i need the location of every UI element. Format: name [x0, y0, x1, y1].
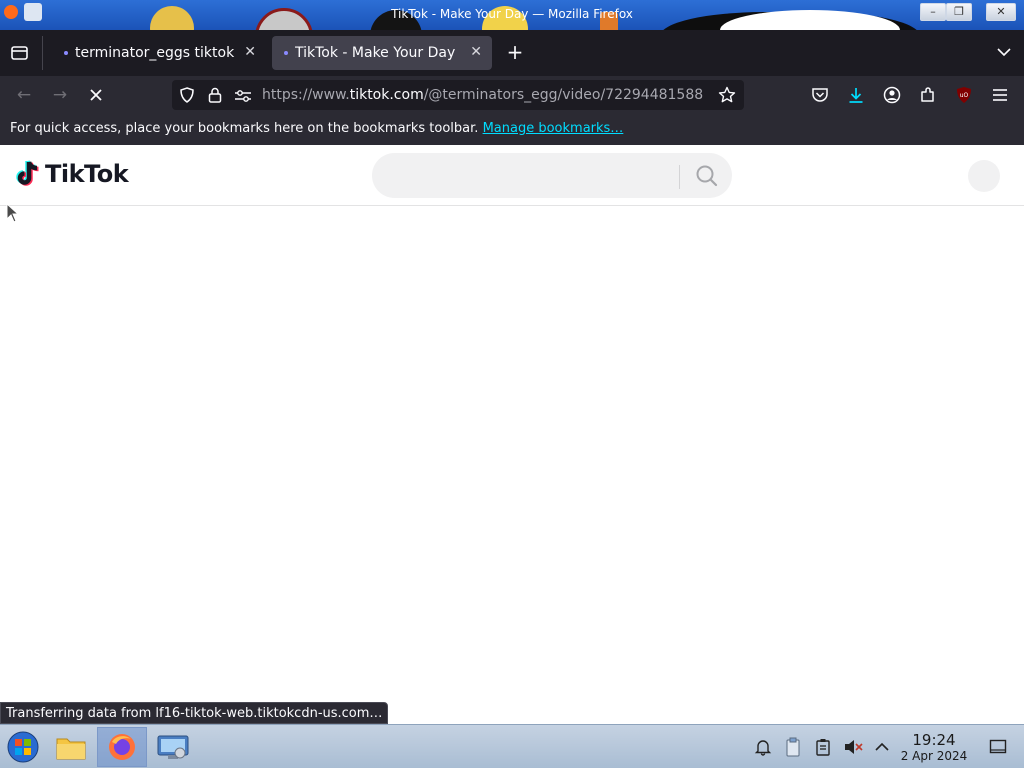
back-icon[interactable]: ← [13, 84, 35, 106]
system-settings-icon[interactable] [150, 727, 196, 767]
clock-time: 19:24 [912, 731, 956, 749]
tiktok-header: TikTok [0, 145, 1024, 206]
tab-label: TikTok - Make Your Day [295, 45, 456, 61]
taskbar: 19:24 2 Apr 2024 [0, 724, 1024, 768]
pocket-icon[interactable] [809, 84, 831, 106]
lock-icon[interactable] [207, 86, 223, 108]
url-prefix: https://www. [262, 87, 350, 103]
firefox-taskbar-button[interactable] [97, 727, 147, 767]
navigation-toolbar: ← → https://www.tiktok.com/@terminators_… [0, 76, 1024, 114]
minimize-button[interactable]: – [920, 3, 946, 21]
avatar[interactable] [968, 160, 1000, 192]
clock-date: 2 Apr 2024 [900, 749, 968, 763]
close-tab-icon[interactable]: ✕ [244, 44, 256, 60]
notifications-bell-icon[interactable] [753, 737, 773, 757]
downloads-icon[interactable] [845, 84, 867, 106]
url-host: tiktok.com [349, 87, 424, 103]
window-title: TikTok - Make Your Day — Mozilla Firefox [391, 7, 633, 21]
close-tab-icon[interactable]: ✕ [470, 44, 482, 60]
url-text[interactable]: https://www.tiktok.com/@terminators_egg/… [262, 87, 712, 103]
address-bar[interactable]: https://www.tiktok.com/@terminators_egg/… [172, 80, 744, 110]
menu-hamburger-icon[interactable] [989, 84, 1011, 106]
tiktok-note-icon [16, 160, 39, 186]
stop-loading-icon[interactable] [85, 84, 107, 106]
tab-tiktok-active[interactable]: TikTok - Make Your Day ✕ [272, 36, 492, 70]
show-desktop-icon[interactable] [988, 737, 1008, 757]
status-overlay: Transferring data from lf16-tiktok-web.t… [0, 702, 389, 724]
web-page: TikTok [0, 145, 1024, 725]
bookmarks-hint-text: For quick access, place your bookmarks h… [10, 121, 479, 136]
search-bar[interactable] [372, 153, 732, 198]
ublock-origin-icon[interactable]: uO [953, 84, 975, 106]
tab-separator [42, 36, 43, 70]
file-manager-icon[interactable] [48, 727, 94, 767]
tab-indicator-icon [64, 51, 68, 55]
close-window-button[interactable]: ✕ [986, 3, 1016, 21]
tab-strip: terminator_eggs tiktok - ✕ TikTok - Make… [0, 30, 1024, 76]
mouse-pointer-icon [6, 202, 20, 227]
permissions-icon[interactable] [234, 88, 252, 107]
list-all-tabs-icon[interactable] [996, 44, 1012, 60]
new-tab-button[interactable]: + [506, 42, 524, 62]
tab-indicator-icon [284, 51, 288, 55]
extensions-icon[interactable] [917, 84, 939, 106]
clock[interactable]: 19:24 2 Apr 2024 [898, 731, 970, 763]
tab-terminator-eggs[interactable]: terminator_eggs tiktok - ✕ [52, 36, 266, 70]
tab-label: terminator_eggs tiktok - [75, 45, 235, 61]
firefox-view-icon[interactable] [10, 44, 30, 62]
tracking-protection-shield-icon[interactable] [179, 87, 195, 107]
search-divider [679, 165, 680, 189]
bookmarks-toolbar: For quick access, place your bookmarks h… [0, 114, 1024, 145]
bookmark-star-icon[interactable] [718, 86, 736, 108]
search-input[interactable] [390, 163, 660, 187]
tiktok-wordmark: TikTok [45, 160, 129, 188]
window-titlebar[interactable]: TikTok - Make Your Day — Mozilla Firefox… [0, 0, 1024, 30]
forward-icon[interactable]: → [49, 84, 71, 106]
manage-bookmarks-link[interactable]: Manage bookmarks… [483, 121, 624, 136]
desktop-screen: TikTok - Make Your Day — Mozilla Firefox… [0, 0, 1024, 768]
svg-text:uO: uO [960, 92, 969, 99]
start-menu-button[interactable] [0, 727, 46, 767]
volume-muted-icon[interactable] [843, 737, 863, 757]
url-path: /@terminators_egg/video/72294481588 [423, 87, 704, 103]
tiktok-logo[interactable]: TikTok [14, 159, 129, 189]
battery-clipboard-icon[interactable] [813, 737, 833, 757]
chevron-up-icon[interactable] [872, 737, 892, 757]
maximize-button[interactable]: ❐ [946, 3, 972, 21]
search-icon[interactable] [694, 163, 720, 189]
clipboard-manager-icon[interactable] [783, 737, 803, 757]
account-icon[interactable] [881, 84, 903, 106]
